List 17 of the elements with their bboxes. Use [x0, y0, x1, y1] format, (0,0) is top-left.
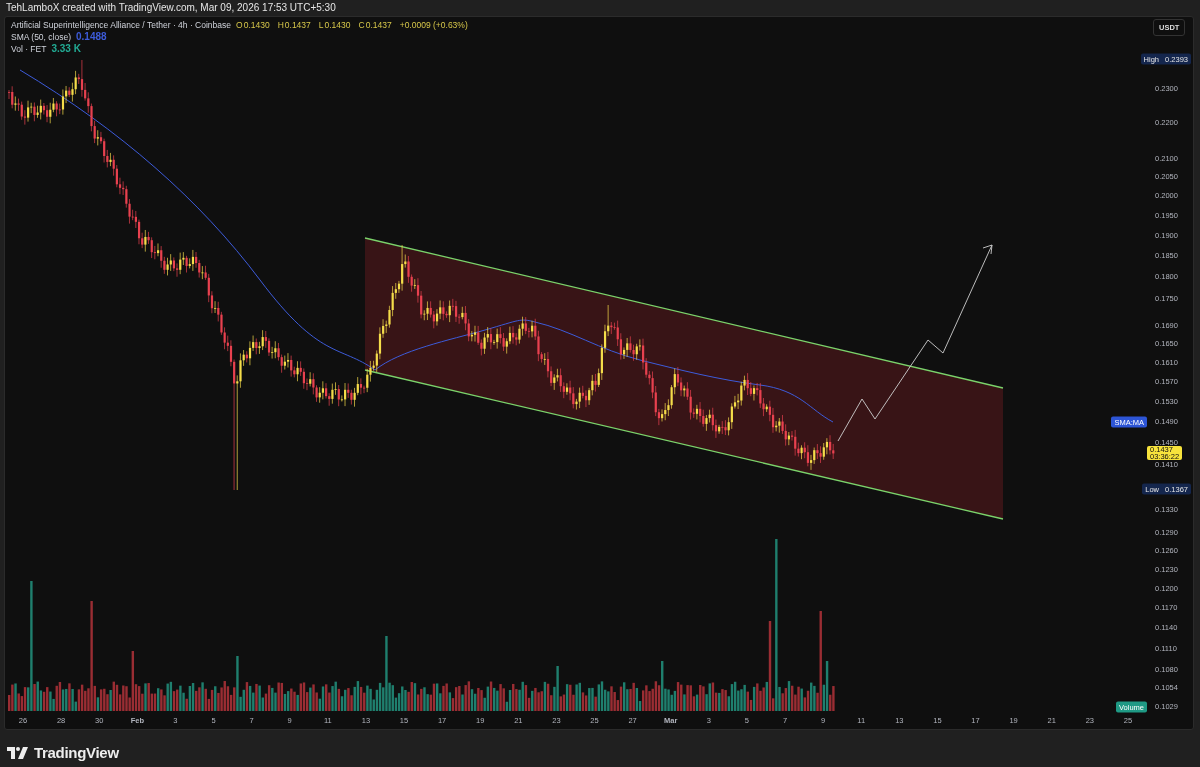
indicator-name: Vol · FET: [11, 43, 47, 55]
indicator-name: SMA (50, close): [11, 31, 71, 43]
ohlc-value: 0.1437: [365, 19, 392, 31]
indicator-value: 3.33 K: [51, 43, 81, 55]
ohlc-label: O: [236, 19, 243, 31]
ohlc-label: C: [358, 19, 365, 31]
ohlc-label: H: [277, 19, 284, 31]
brand-name: TradingView: [34, 743, 119, 763]
logo-icon: [7, 747, 29, 760]
symbol-title: Artificial Superintelligence Alliance / Tether · 4h · Coinbase: [11, 19, 232, 31]
price-change: +0.0009 (+0.63%): [399, 19, 468, 31]
ohlc-value: 0.1430: [324, 19, 351, 31]
indicator-value: 0.1488: [76, 31, 107, 43]
ohlc-value: 0.1430: [243, 19, 270, 31]
ohlc-label: L: [318, 19, 324, 31]
ohlc-value: 0.1437: [284, 19, 311, 31]
attribution-text: TehLamboX created with TradingView.com, Mar 09, 2026 17:53 UTC+5:30: [5, 1, 337, 15]
